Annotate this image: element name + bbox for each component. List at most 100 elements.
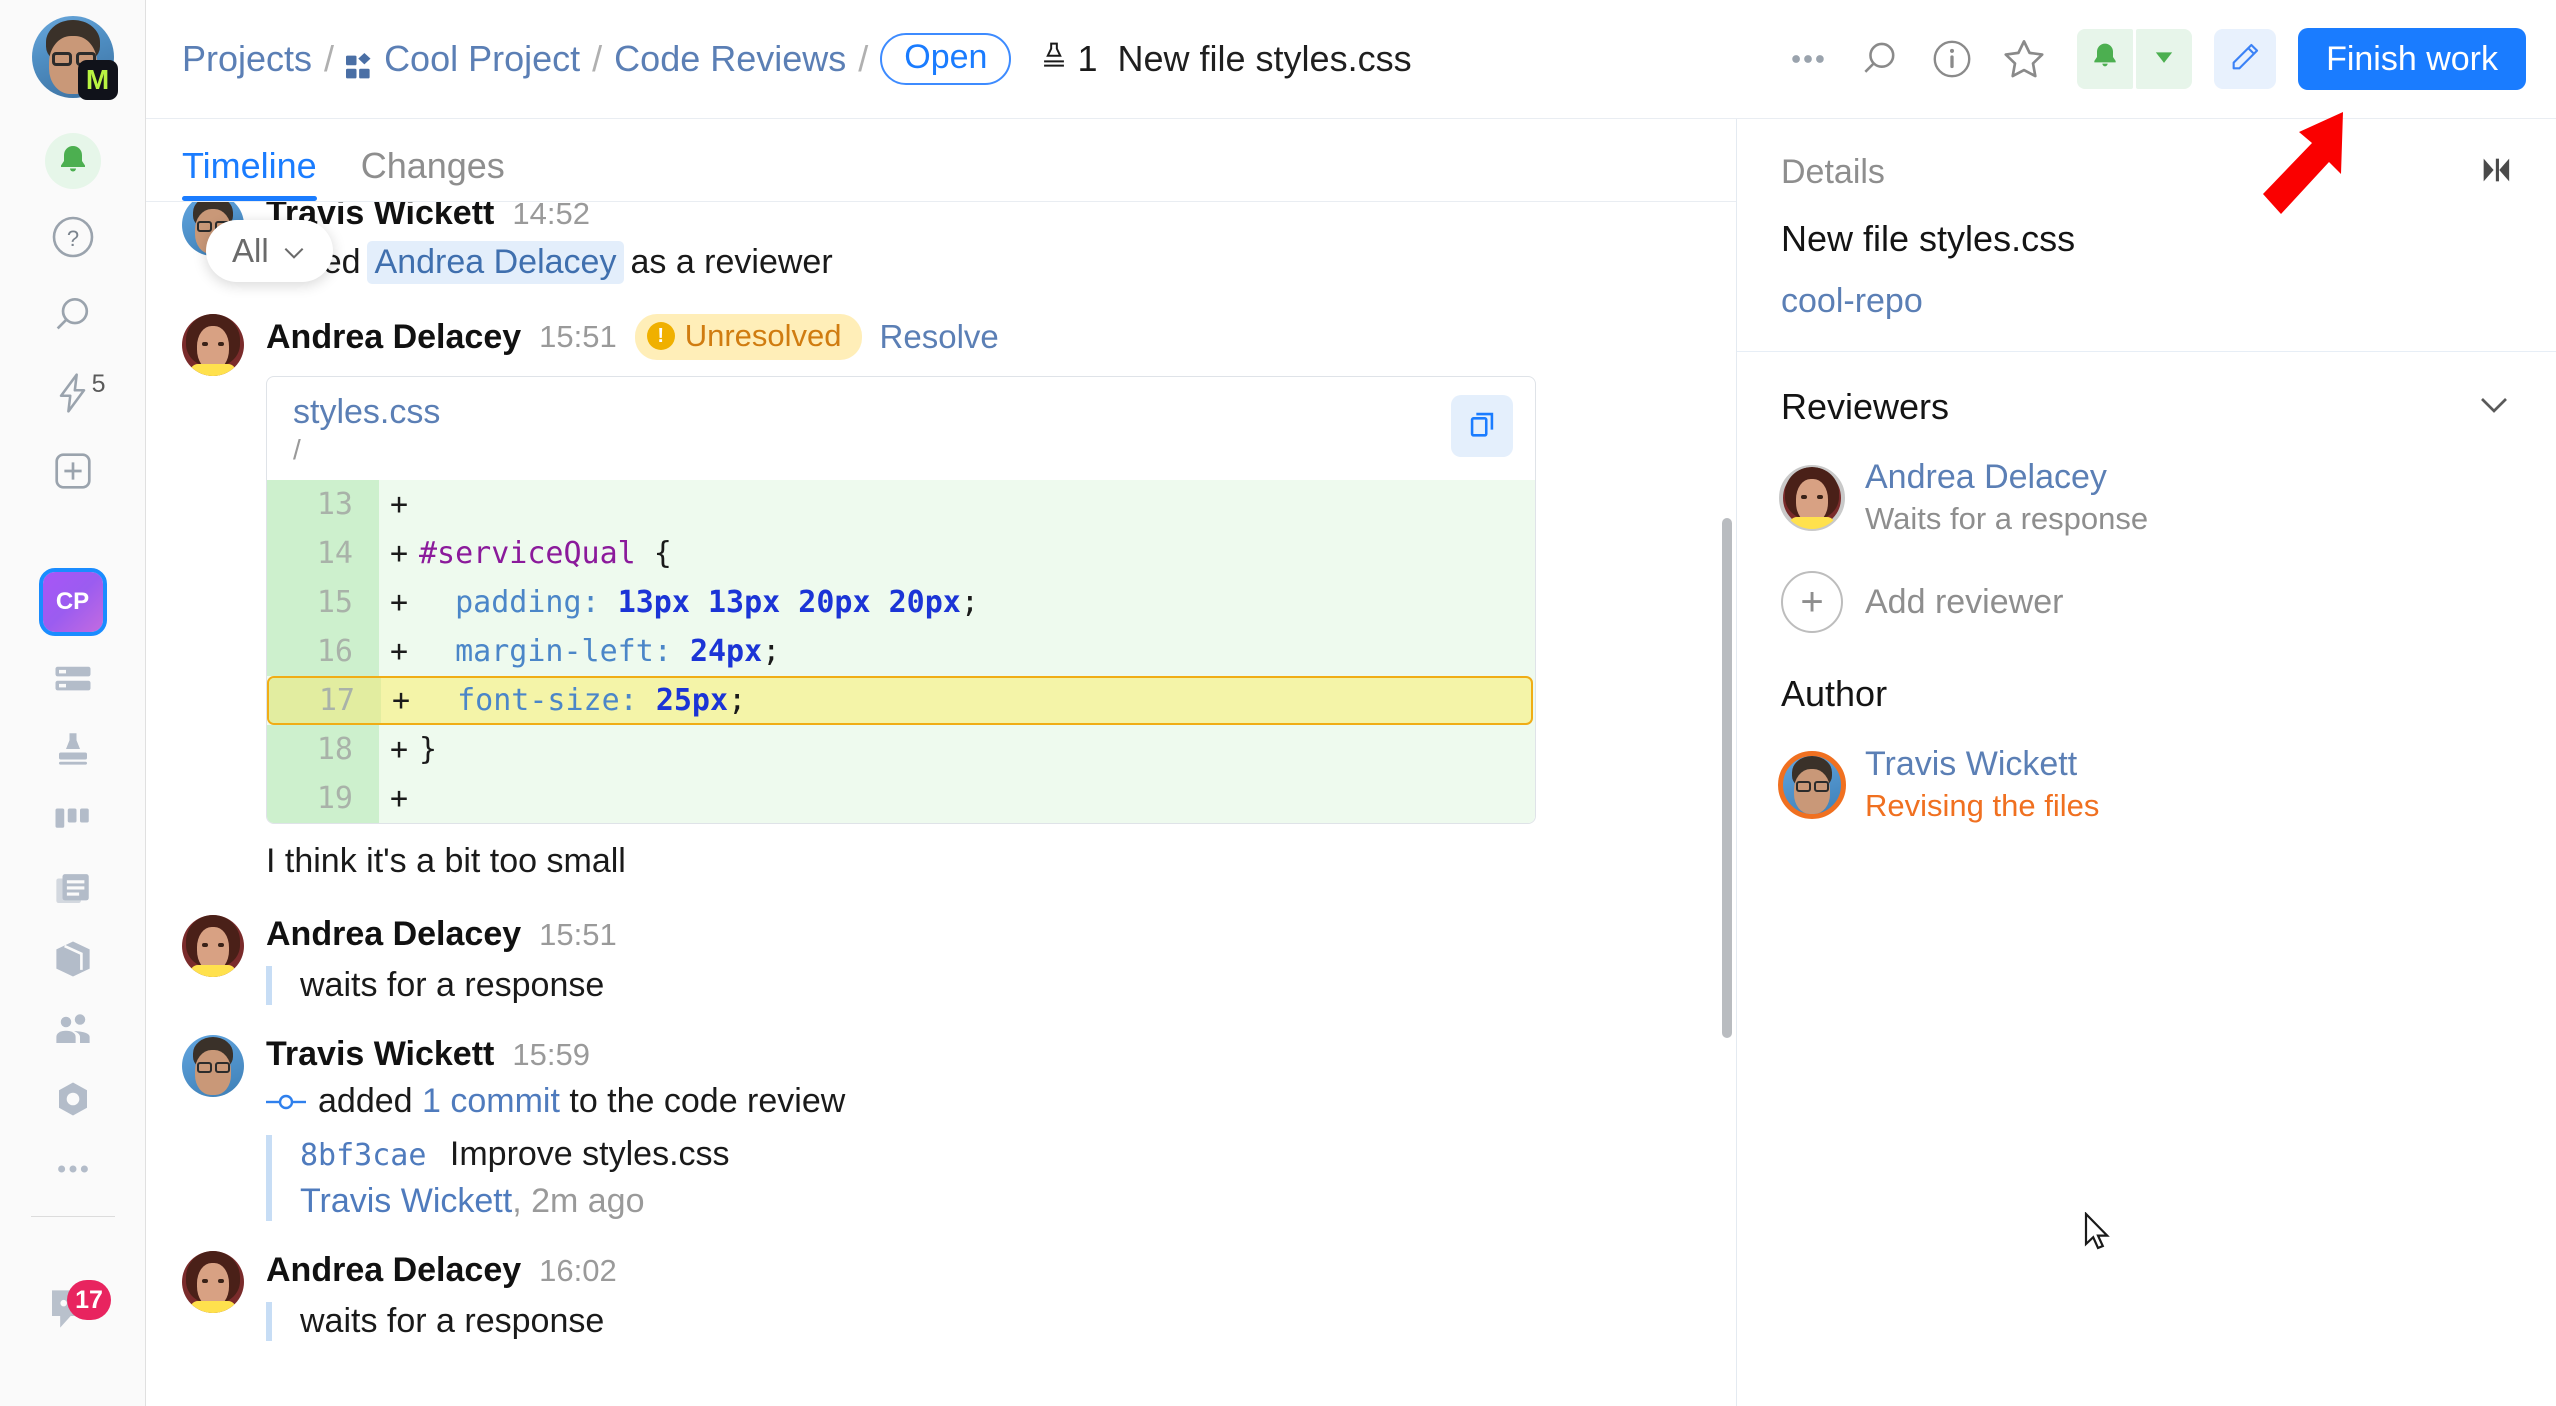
code-text: #serviceQual { — [419, 536, 672, 571]
details-review-title: New file styles.css — [1781, 218, 2076, 259]
rail-divider — [30, 1216, 115, 1217]
more-dots-icon[interactable] — [1775, 26, 1841, 92]
sidebar-item-packages[interactable] — [34, 926, 112, 996]
vertical-scrollbar[interactable] — [1722, 518, 1732, 1038]
details-summary-section: Details New file styles.css cool-repo — [1737, 119, 2556, 352]
notification-group — [2077, 29, 2193, 89]
info-circle-icon[interactable] — [1919, 26, 1985, 92]
avatar[interactable] — [1779, 464, 1845, 531]
commit-count-link[interactable]: 1 commit — [422, 1082, 560, 1121]
timeline-feed: Travis Wickett 14:52 added Andrea Delace… — [146, 202, 1736, 1406]
entry-body: Andrea Delacey 15:51 waits for a respons… — [266, 915, 1696, 1005]
package-icon — [52, 938, 94, 985]
chevron-down-icon[interactable] — [2476, 393, 2512, 422]
reviewer-status: Waits for a response — [1865, 501, 2149, 536]
breadcrumb: Projects / Cool Project / Code Reviews /… — [182, 33, 1412, 85]
diff-marker: + — [389, 585, 409, 620]
commit-author[interactable]: Travis Wickett — [300, 1182, 512, 1220]
line-number: 17 — [269, 678, 381, 723]
diff-marker: + — [389, 536, 409, 571]
edit-button[interactable] — [2214, 29, 2277, 89]
avatar[interactable] — [182, 314, 244, 376]
sidebar-item-more[interactable] — [34, 1136, 112, 1206]
comment-text: I think it's a bit too small — [266, 842, 626, 880]
nut-icon — [52, 1078, 94, 1125]
diff-marker: + — [389, 732, 409, 767]
sidebar-item-chat[interactable]: 17 — [33, 1276, 113, 1346]
code-snippet-card: styles.css / 13 + 14 + #serviceQual {15… — [266, 376, 1536, 824]
reviewer-name[interactable]: Andrea Delacey — [1865, 458, 2148, 497]
sidebar-item-teams[interactable] — [34, 996, 112, 1066]
tab-changes[interactable]: Changes — [361, 145, 505, 201]
diff-marker: + — [391, 683, 411, 718]
mention-chip[interactable]: Andrea Delacey — [366, 241, 625, 284]
commit-when: , 2m ago — [512, 1182, 645, 1220]
entry-header: Andrea Delacey 16:02 — [266, 1251, 1696, 1290]
code-line: 16 + margin-left: 24px; — [267, 627, 1535, 676]
breadcrumb-projects[interactable]: Projects — [182, 38, 312, 80]
commit-hash[interactable]: 8bf3cae — [300, 1138, 426, 1173]
sidebar-item-knowledge-base[interactable] — [34, 856, 112, 926]
sidebar-item-issues[interactable] — [34, 646, 112, 716]
entry-header: Andrea Delacey 15:51 — [266, 915, 1696, 954]
reviewer-row: Andrea Delacey Waits for a response — [1779, 458, 2512, 537]
sidebar-item-code-reviews[interactable] — [34, 716, 112, 786]
avatar[interactable] — [182, 1251, 244, 1313]
author-title: Author — [1781, 673, 1888, 714]
notify-dropdown-button[interactable] — [2136, 29, 2193, 89]
timeline-column: Timeline Changes Travis Wickett 14:52 An… — [146, 119, 1736, 1406]
entry-body: Travis Wickett 15:59 added 1 commit to t… — [266, 1035, 1696, 1221]
details-header: Details — [1781, 153, 2512, 192]
line-number: 18 — [267, 725, 379, 774]
code-lines: 13 + 14 + #serviceQual {15 + padding: 1… — [267, 480, 1535, 823]
board-icon — [52, 798, 94, 845]
reviewers-header: Reviewers — [1781, 386, 2512, 428]
copy-button[interactable] — [1451, 395, 1513, 457]
entry-time: 15:51 — [539, 916, 617, 952]
add-reviewer-button[interactable]: + Add reviewer — [1781, 571, 2512, 633]
sidebar-item-agile-boards[interactable] — [34, 786, 112, 856]
details-repo-link[interactable]: cool-repo — [1781, 282, 2512, 321]
list-item: Andrea Delacey 16:02 waits for a respons… — [182, 1221, 1696, 1341]
breadcrumb-project[interactable]: Cool Project — [384, 38, 580, 80]
commit-node-icon — [266, 1091, 306, 1113]
list-item: Andrea Delacey 15:51 ! Unresolved Resolv… — [182, 284, 1696, 881]
topbar-actions: Finish work — [1775, 26, 2526, 92]
sidebar-item-notifications[interactable] — [34, 122, 112, 200]
sidebar-item-quick-actions[interactable]: 5 — [34, 356, 112, 434]
sidebar-item-help[interactable]: ? — [34, 200, 112, 278]
avatar[interactable] — [1778, 750, 1846, 819]
star-icon[interactable] — [1991, 26, 2057, 92]
status-badge-unresolved[interactable]: ! Unresolved — [634, 314, 862, 360]
chat-unread-badge: 17 — [67, 1280, 111, 1320]
sidebar-project-tile[interactable]: CP — [38, 568, 107, 636]
tab-timeline[interactable]: Timeline — [182, 145, 317, 201]
copy-icon — [1465, 407, 1499, 446]
commit-line: 8bf3cae Improve styles.css — [300, 1135, 1696, 1174]
entry-time: 15:51 — [539, 319, 617, 354]
list-item: Travis Wickett 14:52 added Andrea Delace… — [182, 202, 1696, 284]
code-text: } — [419, 732, 438, 767]
notify-button[interactable] — [2077, 29, 2134, 89]
mendix-badge-icon: M — [77, 60, 118, 100]
rail-user-avatar[interactable]: M — [31, 16, 118, 100]
avatar[interactable] — [182, 915, 244, 977]
code-file-link[interactable]: styles.css — [293, 393, 1509, 432]
author-name[interactable]: Travis Wickett — [1865, 745, 2099, 784]
entry-time: 15:59 — [512, 1036, 590, 1072]
avatar[interactable] — [182, 1035, 244, 1097]
finish-work-button[interactable]: Finish work — [2298, 28, 2526, 90]
search-icon[interactable] — [1847, 26, 1913, 92]
status-badge-open[interactable]: Open — [880, 33, 1012, 85]
code-line: 14 + #serviceQual { — [267, 529, 1535, 578]
diff-marker: + — [389, 634, 409, 669]
resolve-button[interactable]: Resolve — [880, 318, 999, 356]
sidebar-item-create[interactable] — [34, 434, 112, 512]
timeline-filter-dropdown[interactable]: All — [206, 220, 333, 282]
collapse-panel-icon[interactable] — [2478, 155, 2512, 190]
sidebar-item-settings[interactable] — [34, 1066, 112, 1136]
breadcrumb-code-reviews[interactable]: Code Reviews — [614, 38, 846, 80]
rail-bottom: 17 — [0, 1276, 146, 1346]
sidebar-item-search[interactable] — [34, 278, 112, 356]
entry-time: 14:52 — [512, 202, 590, 231]
